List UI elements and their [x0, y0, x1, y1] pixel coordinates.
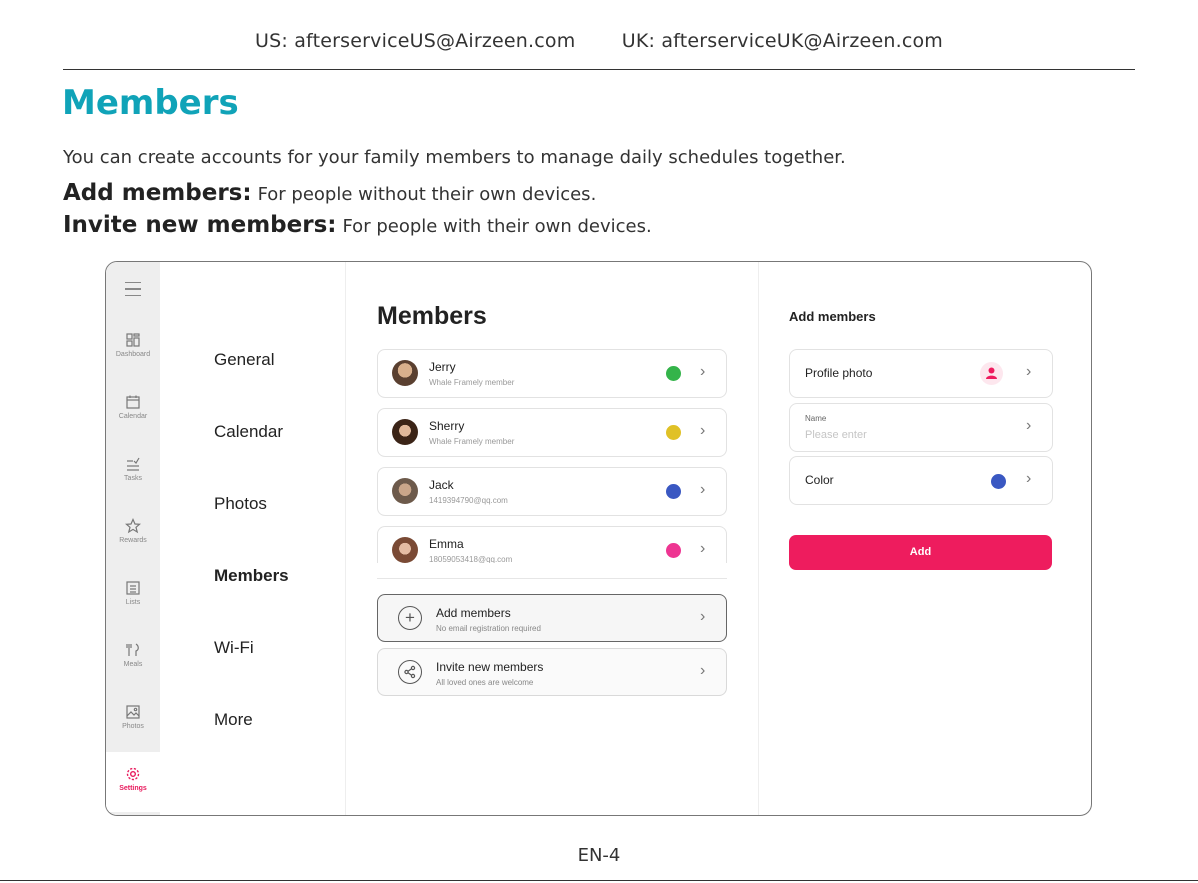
settings-item-calendar[interactable]: Calendar [214, 422, 283, 442]
member-name: Sherry [429, 419, 465, 433]
avatar [392, 360, 418, 386]
member-name: Jack [429, 478, 454, 492]
chevron-right-icon: › [700, 422, 706, 439]
member-sub: Whale Framely member [429, 378, 515, 387]
uk-contact: UK: afterserviceUK@Airzeen.com [621, 30, 943, 52]
member-name: Jerry [429, 360, 456, 374]
member-sub: Whale Framely member [429, 437, 515, 446]
action-title: Add members [436, 606, 511, 620]
member-color-dot [666, 484, 681, 499]
settings-item-members[interactable]: Members [214, 566, 289, 586]
list-icon [126, 581, 140, 595]
add-members-definition: Add members: For people without their own… [63, 180, 596, 206]
header-divider [63, 69, 1135, 70]
plus-circle-icon: + [398, 606, 422, 630]
field-label: Name [805, 414, 827, 423]
meals-icon [126, 643, 139, 656]
profile-placeholder-icon [980, 362, 1003, 385]
avatar [392, 537, 418, 563]
chevron-right-icon: › [700, 363, 706, 380]
member-color-dot [666, 425, 681, 440]
members-panel: Members Jerry Whale Framely member › She… [346, 262, 759, 815]
chevron-right-icon: › [1026, 417, 1032, 434]
settings-item-wifi[interactable]: Wi-Fi [214, 638, 254, 658]
field-label: Color [805, 473, 834, 487]
gear-icon [126, 767, 140, 781]
action-sub: All loved ones are welcome [436, 678, 534, 687]
member-sub: 18059053418@qq.com [429, 555, 513, 563]
share-icon [398, 660, 422, 684]
list-divider [377, 578, 727, 579]
invite-members-button[interactable]: Invite new members All loved ones are we… [377, 648, 727, 696]
tasks-icon [127, 457, 140, 471]
invite-members-term: Invite new members: [63, 212, 337, 238]
chevron-right-icon: › [1026, 470, 1032, 487]
page-title: Members [62, 83, 239, 123]
rail-item-calendar[interactable]: Calendar [106, 394, 160, 420]
member-sub: 1419394790@qq.com [429, 496, 508, 505]
name-field[interactable]: Name Please enter › [789, 403, 1053, 452]
color-field[interactable]: Color › [789, 456, 1053, 505]
member-name: Emma [429, 537, 464, 551]
member-card-emma[interactable]: Emma 18059053418@qq.com › [377, 526, 727, 563]
chevron-right-icon: › [700, 608, 706, 625]
chevron-right-icon: › [1026, 363, 1032, 380]
rail-item-lists[interactable]: Lists [106, 580, 160, 606]
chevron-right-icon: › [700, 662, 706, 679]
menu-icon[interactable] [125, 282, 141, 301]
member-card-jack[interactable]: Jack 1419394790@qq.com › [377, 467, 727, 516]
footer-divider [0, 880, 1198, 881]
avatar [392, 478, 418, 504]
app-screenshot: Dashboard Calendar Tasks Rewards Lists M… [105, 261, 1092, 816]
rail-item-settings[interactable]: Settings [106, 752, 160, 812]
page-number: EN-4 [577, 845, 621, 866]
nav-rail: Dashboard Calendar Tasks Rewards Lists M… [106, 262, 160, 815]
profile-photo-field[interactable]: Profile photo › [789, 349, 1053, 398]
invite-members-desc: For people with their own devices. [342, 216, 652, 237]
rail-item-photos[interactable]: Photos [106, 704, 160, 730]
chevron-right-icon: › [700, 540, 706, 557]
calendar-icon [126, 395, 140, 409]
settings-item-general[interactable]: General [214, 350, 274, 370]
member-card-sherry[interactable]: Sherry Whale Framely member › [377, 408, 727, 457]
settings-menu: General Calendar Photos Members Wi-Fi Mo… [160, 262, 346, 815]
member-color-dot [666, 366, 681, 381]
add-members-desc: For people without their own devices. [257, 184, 597, 205]
rail-item-meals[interactable]: Meals [106, 642, 160, 668]
intro-text: You can create accounts for your family … [63, 147, 846, 168]
selected-color-dot [991, 474, 1006, 489]
rail-item-rewards[interactable]: Rewards [106, 518, 160, 544]
members-heading: Members [377, 302, 487, 330]
member-color-dot [666, 543, 681, 558]
settings-item-photos[interactable]: Photos [214, 494, 267, 514]
add-members-button[interactable]: + Add members No email registration requ… [377, 594, 727, 642]
add-members-form: Add members Profile photo › Name Please … [759, 262, 1091, 815]
rail-item-tasks[interactable]: Tasks [106, 456, 160, 482]
rail-item-dashboard[interactable]: Dashboard [106, 332, 160, 358]
action-sub: No email registration required [436, 624, 541, 633]
field-label: Profile photo [805, 366, 873, 380]
photo-icon [126, 705, 140, 719]
invite-members-definition: Invite new members: For people with their… [63, 212, 652, 238]
add-button[interactable]: Add [789, 535, 1052, 570]
action-title: Invite new members [436, 660, 544, 674]
add-members-term: Add members: [63, 180, 252, 206]
avatar [392, 419, 418, 445]
star-icon [125, 518, 141, 534]
chevron-right-icon: › [700, 481, 706, 498]
settings-item-more[interactable]: More [214, 710, 253, 730]
name-input[interactable]: Please enter [805, 429, 867, 441]
dashboard-icon [126, 333, 140, 347]
support-contacts: US: afterserviceUS@Airzeen.com UK: after… [0, 30, 1198, 52]
member-card-jerry[interactable]: Jerry Whale Framely member › [377, 349, 727, 398]
add-members-heading: Add members [789, 309, 876, 324]
us-contact: US: afterserviceUS@Airzeen.com [254, 30, 576, 52]
